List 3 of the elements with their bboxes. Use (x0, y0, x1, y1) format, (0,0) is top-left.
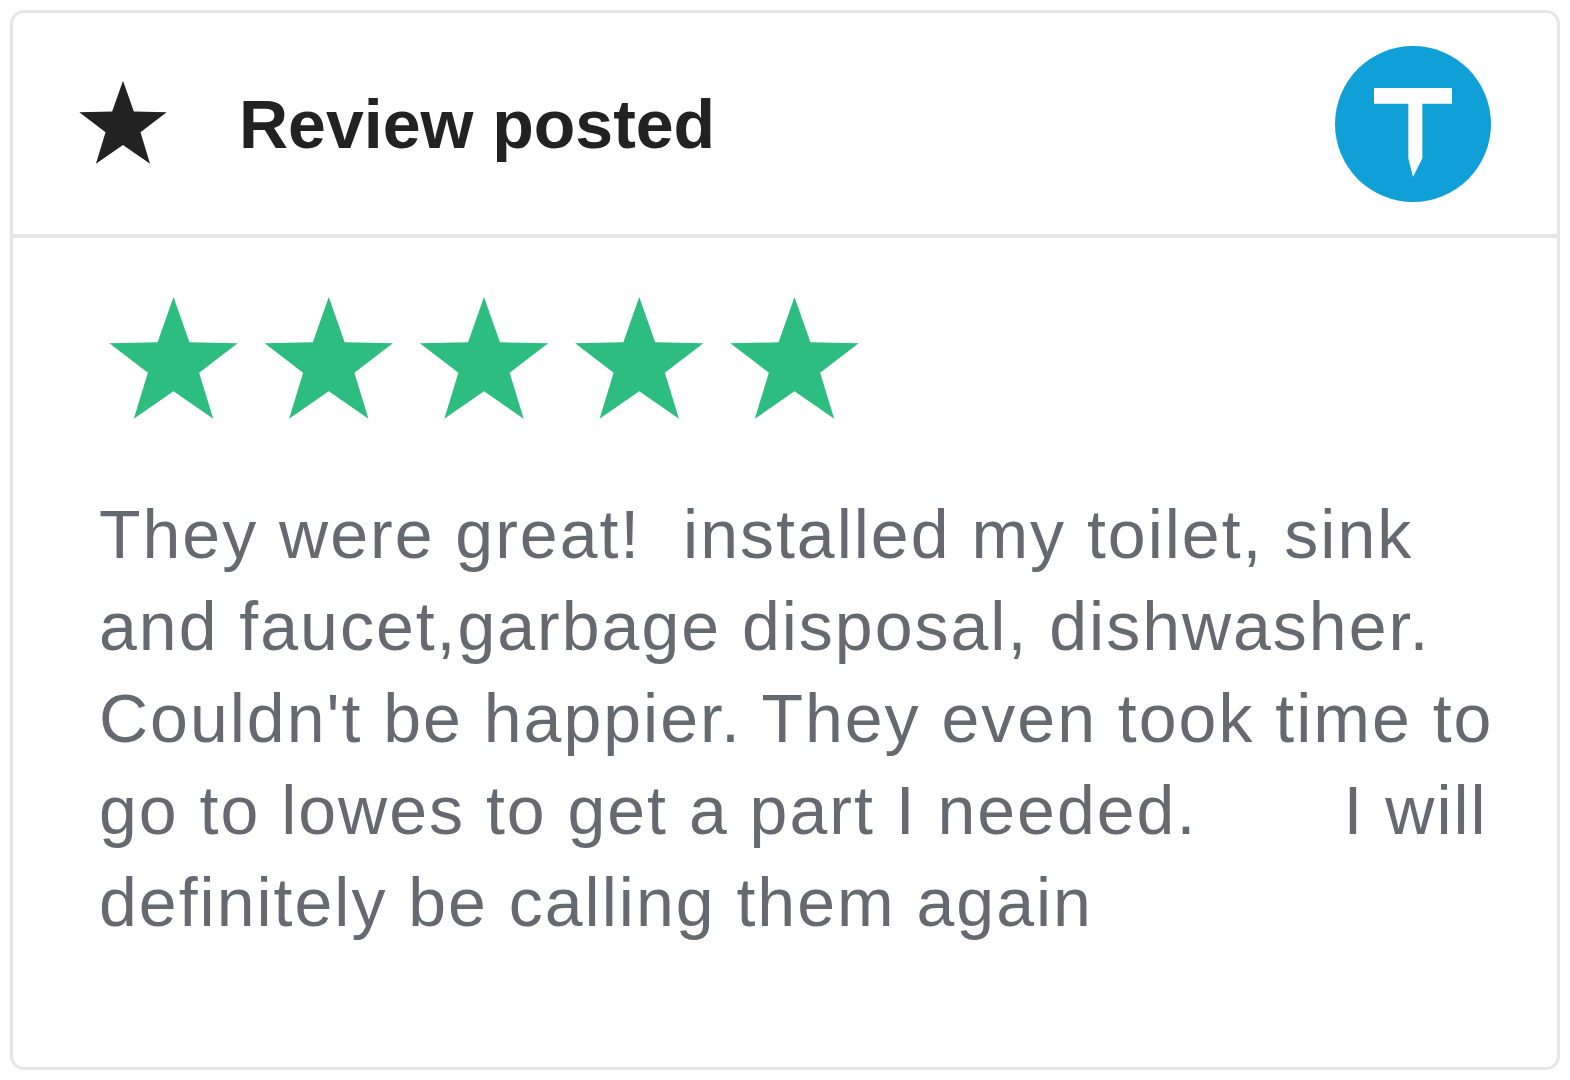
logo-icon (1335, 45, 1491, 202)
review-text: They were great! installed my toilet, sink and faucet,garbage disposal, dishwasher. Couldn't be happier. They even took time to go to lowes to get a part I needed. I will definitely be calling them again (99, 495, 1495, 942)
header-title: Review posted (239, 84, 716, 164)
